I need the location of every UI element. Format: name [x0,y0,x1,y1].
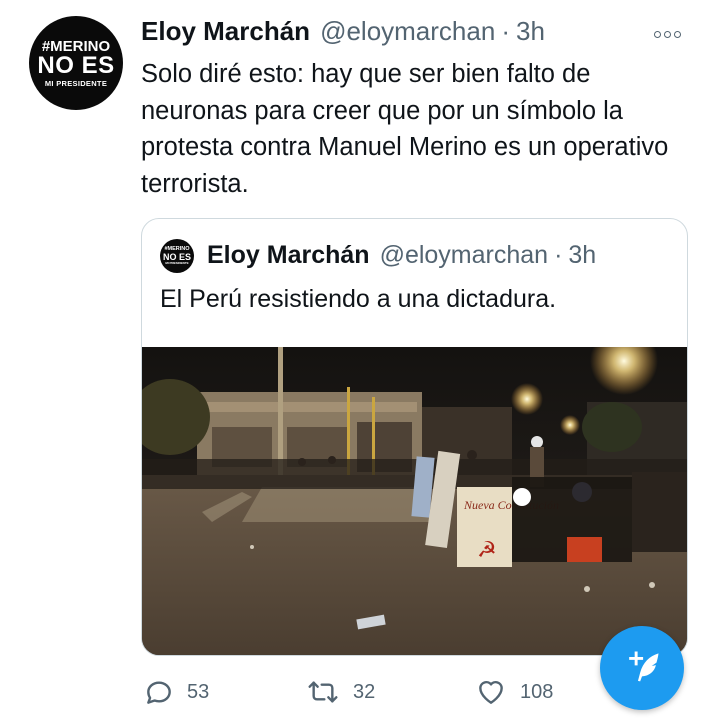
quoted-tweet-timestamp: 3h [568,241,597,269]
compose-tweet-icon [629,651,659,682]
avatar-line-2: NO ES [37,51,115,79]
reply-count: 53 [187,680,210,703]
like-count: 108 [520,680,554,703]
quoted-tweet-text: El Perú resistiendo a una dictadura. [160,285,557,313]
retweet-count: 32 [353,680,376,703]
quoted-tweet-header: Eloy Marchán @eloymarchan · 3h [207,241,596,270]
retweet-button[interactable]: 32 [305,676,375,708]
author-name[interactable]: Eloy Marchán [141,16,310,47]
compose-tweet-button[interactable] [600,626,684,710]
quoted-author-name: Eloy Marchán [207,241,370,269]
tweet-timestamp[interactable]: 3h [516,16,545,47]
reply-icon [147,681,171,704]
separator-dot: · [501,16,510,46]
svg-text:☭: ☭ [477,537,497,562]
avatar[interactable]: #MERINO NO ES MI PRESIDENTE [29,16,123,110]
like-button[interactable]: 108 [474,676,553,708]
heart-icon [479,680,503,704]
author-handle[interactable]: @eloymarchan [320,16,495,47]
retweet-icon [308,681,338,703]
quoted-avatar[interactable]: #MERINO NO ES MI PRESIDENTE [160,239,194,273]
tweet-text: Solo diré esto: hay que ser bien falto d… [141,60,669,198]
protest-photo[interactable]: Nueva Constitución ☭ [142,347,688,656]
reply-button[interactable]: 53 [143,676,209,708]
avatar-line-3: MI PRESIDENTE [44,78,108,88]
quoted-author-handle: @eloymarchan [379,241,549,269]
tweet-header: Eloy Marchán @eloymarchan · 3h [141,16,545,47]
quoted-tweet[interactable]: #MERINO NO ES MI PRESIDENTE Eloy Marchán… [141,218,688,656]
quoted-avatar-line-3: MI PRESIDENTE [165,260,189,265]
more-options-icon[interactable] [654,24,690,44]
quoted-separator-dot: · [554,241,563,269]
